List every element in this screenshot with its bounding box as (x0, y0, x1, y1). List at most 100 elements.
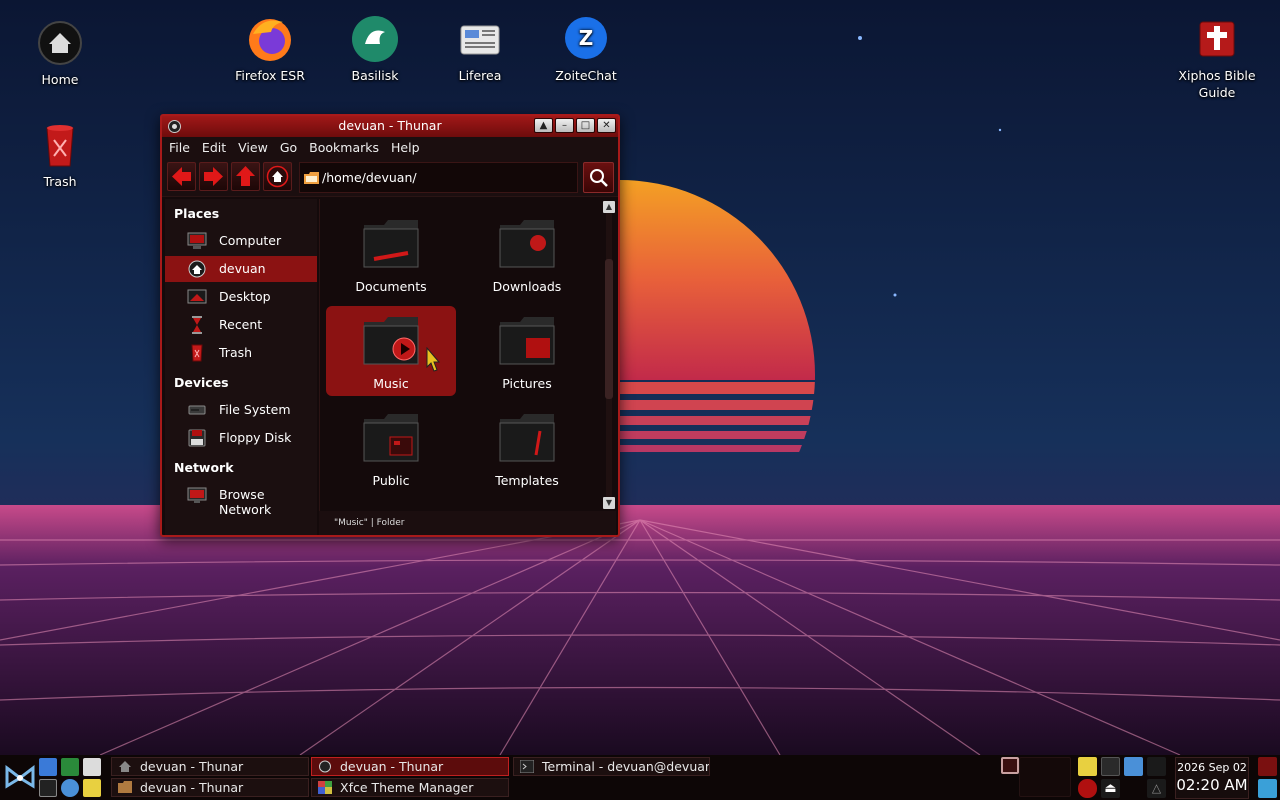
location-path: /home/devuan/ (322, 170, 417, 185)
desktop-icon-firefox[interactable]: Firefox ESR (220, 14, 320, 84)
launcher-editor-icon[interactable] (83, 779, 101, 797)
window-titlebar[interactable]: devuan - Thunar ▲ – □ ✕ (162, 116, 618, 137)
forward-button[interactable] (199, 162, 228, 191)
theme-manager-icon (318, 781, 332, 794)
desktop-icon-zoitechat[interactable]: Z ZoiteChat (536, 14, 636, 84)
file-item-label: Templates (495, 473, 559, 488)
update-icon[interactable] (1124, 757, 1143, 776)
task-label: devuan - Thunar (140, 780, 244, 795)
desktop-icon-label: Home (41, 72, 79, 87)
window-close-button[interactable]: ✕ (597, 118, 616, 133)
sidebar-item-floppy-disk[interactable]: Floppy Disk (165, 425, 317, 451)
menu-go[interactable]: Go (278, 140, 299, 155)
up-button[interactable] (231, 162, 260, 191)
location-bar[interactable]: /home/devuan/ (299, 162, 578, 193)
terminal-icon (520, 760, 534, 773)
task-thunar-active[interactable]: devuan - Thunar (311, 757, 509, 776)
xfce-menu-icon[interactable] (3, 758, 37, 796)
desktop-icon-home[interactable]: Home (10, 18, 110, 88)
sidebar-item-recent[interactable]: Recent (165, 312, 317, 338)
menu-edit[interactable]: Edit (200, 140, 228, 155)
sidebar-item-label: Trash (219, 345, 253, 360)
eject-icon[interactable]: ⏏ (1101, 779, 1120, 798)
sidebar-item-desktop[interactable]: Desktop (165, 284, 317, 310)
svg-text:Z: Z (579, 26, 594, 50)
sidebar-item-devuan[interactable]: devuan (165, 256, 317, 282)
launcher-download-icon[interactable] (61, 758, 79, 776)
launcher-terminal-icon[interactable] (39, 779, 57, 797)
task-thunar-2[interactable]: devuan - Thunar (111, 778, 309, 797)
workspace-switcher[interactable] (1019, 757, 1071, 797)
scroll-down-icon[interactable]: ▼ (603, 497, 615, 509)
sidebar-header-places: Places (174, 206, 220, 221)
sidebar-item-label: devuan (219, 261, 266, 276)
menu-view[interactable]: View (236, 140, 270, 155)
workspace-1-icon[interactable] (1001, 757, 1019, 774)
desktop-icon-label: Basilisk (351, 68, 399, 83)
trash-icon (191, 344, 203, 362)
folder-templates-icon (499, 414, 555, 462)
menu-file[interactable]: File (167, 140, 192, 155)
task-label: devuan - Thunar (340, 759, 444, 774)
window-maximize-button[interactable]: □ (576, 118, 595, 133)
network-monitor-icon[interactable] (1101, 757, 1120, 776)
file-item-documents[interactable]: Documents (326, 209, 456, 299)
file-item-pictures[interactable]: Pictures (462, 306, 592, 396)
sidebar-item-computer[interactable]: Computer (165, 228, 317, 254)
menu-bookmarks[interactable]: Bookmarks (307, 140, 381, 155)
notification-bell-icon[interactable]: △ (1147, 779, 1166, 798)
file-item-label: Documents (355, 279, 427, 294)
arrow-up-icon (236, 166, 255, 186)
sidebar-item-label: Computer (219, 233, 282, 248)
mouse-pointer-icon (426, 347, 440, 372)
folder-documents-icon (363, 220, 419, 268)
sidebar-item-trash[interactable]: Trash (165, 340, 317, 366)
back-button[interactable] (167, 162, 196, 191)
home-folder-icon (119, 761, 131, 772)
desktop-icon-liferea[interactable]: Liferea (430, 14, 530, 84)
sidebar-item-browse-network[interactable]: Browse Network (165, 482, 317, 517)
hourglass-icon (192, 316, 202, 334)
desktop-icon-basilisk[interactable]: Basilisk (325, 14, 425, 84)
firefox-icon (249, 19, 291, 61)
search-icon (590, 169, 608, 187)
desktop-icon (187, 289, 207, 304)
clock[interactable]: 2026 Sep 02 02:20 AM (1175, 757, 1249, 799)
folder-pictures-icon (499, 317, 555, 365)
newspaper-icon (460, 25, 500, 55)
show-desktop-icon[interactable] (1258, 779, 1277, 798)
sidebar-item-label: Recent (219, 317, 263, 332)
power-icon[interactable] (1078, 779, 1097, 798)
window-minimize-button[interactable]: – (555, 118, 574, 133)
home-button[interactable] (263, 162, 292, 191)
task-thunar-1[interactable]: devuan - Thunar (111, 757, 309, 776)
file-item-templates[interactable]: Templates (462, 403, 592, 493)
desktop-icon-trash[interactable]: Trash (10, 120, 110, 190)
scroll-up-icon[interactable]: ▲ (603, 201, 615, 213)
logout-icon[interactable] (1258, 757, 1277, 776)
taskbar: devuan - Thunar devuan - Thunar devuan -… (0, 755, 1280, 800)
launcher-mail-icon[interactable] (83, 758, 101, 776)
file-item-downloads[interactable]: Downloads (462, 209, 592, 299)
launcher-browser-icon[interactable] (61, 779, 79, 797)
folder-downloads-icon (499, 220, 555, 268)
file-item-public[interactable]: Public (326, 403, 456, 493)
task-theme-manager[interactable]: Xfce Theme Manager (311, 778, 509, 797)
launcher-files-icon[interactable] (39, 758, 57, 776)
sidebar-item-label: Browse Network (219, 487, 272, 517)
sidebar-item-file-system[interactable]: File System (165, 397, 317, 423)
statusbar: "Music" | Folder (319, 511, 616, 535)
task-terminal[interactable]: Terminal - devuan@devuan: ~ (513, 757, 710, 776)
file-item-label: Music (373, 376, 409, 391)
sidebar-item-label: Floppy Disk (219, 430, 292, 445)
file-view-scrollbar[interactable]: ▲ ▼ (602, 199, 616, 511)
notes-icon[interactable] (1078, 757, 1097, 776)
menu-help[interactable]: Help (389, 140, 422, 155)
clock-time: 02:20 AM (1176, 776, 1248, 794)
window-shade-button[interactable]: ▲ (534, 118, 553, 133)
search-button[interactable] (583, 162, 614, 193)
task-label: devuan - Thunar (140, 759, 244, 774)
audio-icon[interactable] (1147, 757, 1166, 776)
scrollbar-thumb[interactable] (605, 259, 613, 399)
desktop-icon-xiphos[interactable]: Xiphos Bible Guide (1167, 14, 1267, 101)
